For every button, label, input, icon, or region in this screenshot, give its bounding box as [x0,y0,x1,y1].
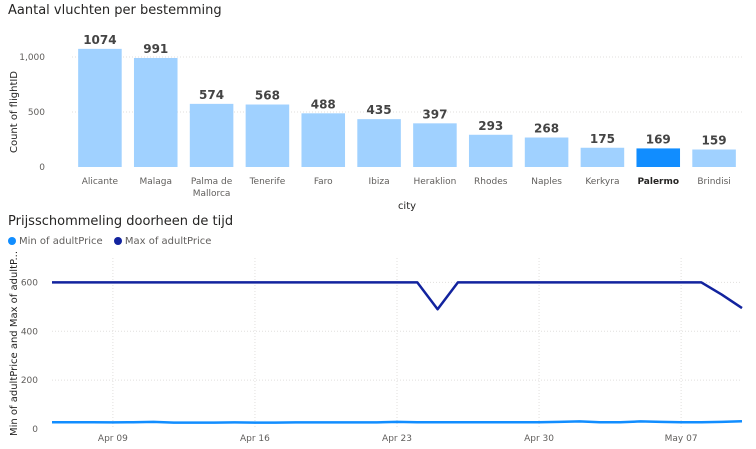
line-x-tick-label: May 07 [665,434,698,444]
line-x-tick-label: Apr 23 [382,434,412,444]
series-line-max [52,281,743,311]
line-y-tick-label: 600 [21,278,38,288]
line-y-tick-label: 0 [32,425,38,435]
line-x-tick-label: Apr 16 [240,434,270,444]
line-x-tick-label: Apr 30 [524,434,554,444]
series-line-min [52,419,743,424]
line-y-axis-label: Min of adultPrice and Max of adultP... [9,251,20,436]
line-y-tick-label: 200 [21,376,38,386]
line-x-tick-label: Apr 09 [98,434,128,444]
line-chart: 0 200 400 600 Apr 09 Apr 16 Apr 23 Apr 30 May 07… [9,251,743,444]
line-y-tick-label: 400 [21,327,38,337]
